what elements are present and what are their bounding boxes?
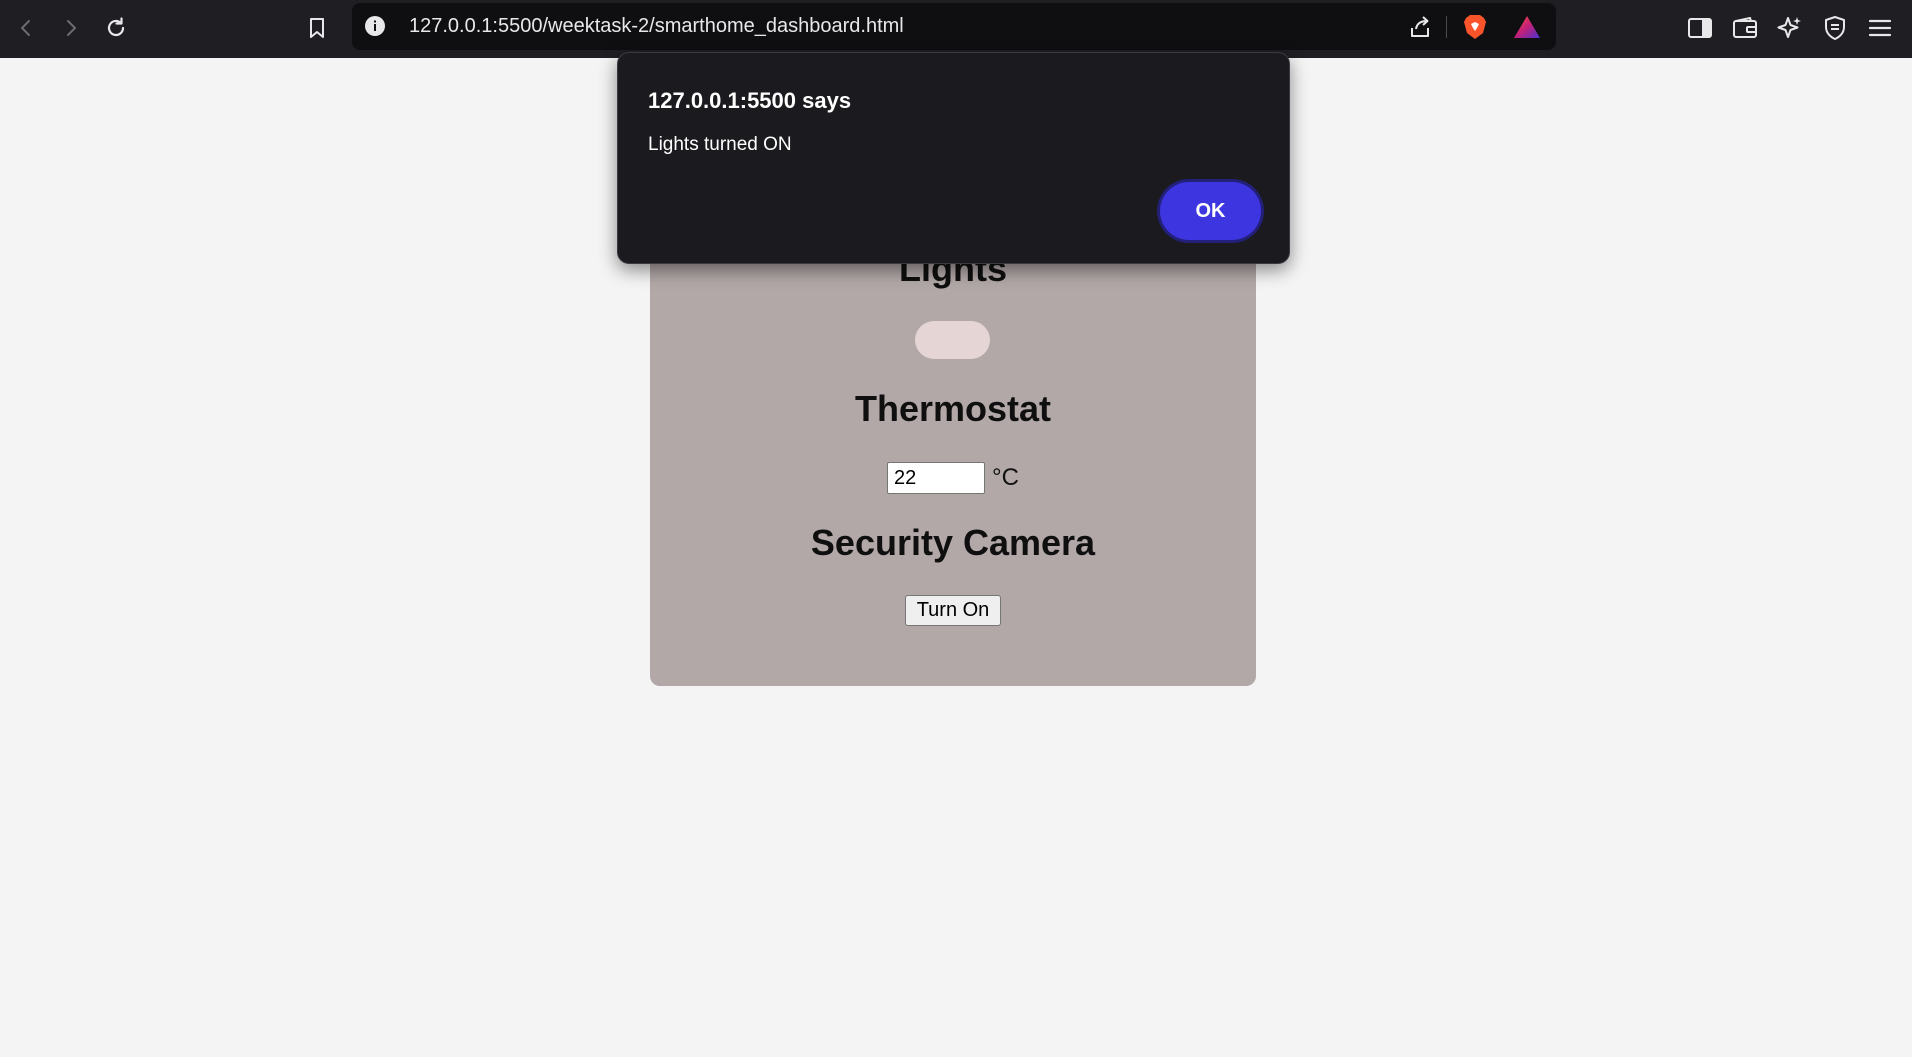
vpn-button[interactable] [1817, 10, 1853, 46]
alert-title: 127.0.0.1:5500 says [648, 88, 852, 113]
alert-message: Lights turned ON [648, 134, 792, 155]
thermostat-control: °C [650, 462, 1256, 494]
alert-dialog: 127.0.0.1:5500 says Lights turned ON OK [617, 52, 1290, 264]
bookmark-icon [310, 18, 324, 38]
reload-icon [107, 17, 125, 37]
wallet-icon [1733, 17, 1757, 38]
back-button[interactable] [8, 10, 44, 46]
chevron-right-icon [67, 20, 76, 36]
browser-toolbar: 127.0.0.1:5500/weektask-2/smarthome_dash… [0, 0, 1912, 58]
brave-lion-icon [1464, 15, 1486, 39]
alert-ok-button[interactable]: OK [1160, 182, 1261, 240]
menu-button[interactable] [1862, 10, 1898, 46]
share-button[interactable] [1405, 12, 1435, 42]
sidebar-toggle-button[interactable] [1682, 10, 1718, 46]
thermostat-unit: °C [992, 464, 1019, 491]
lights-toggle[interactable] [915, 321, 990, 359]
hamburger-menu-icon [1868, 19, 1892, 37]
reload-button[interactable] [98, 10, 134, 46]
shield-icon [1825, 16, 1845, 40]
rewards-triangle-icon [1514, 16, 1540, 38]
sidebar-icon [1688, 18, 1712, 38]
camera-turn-on-button[interactable]: Turn On [905, 595, 1001, 626]
address-bar[interactable]: 127.0.0.1:5500/weektask-2/smarthome_dash… [352, 3, 1556, 50]
address-bar-divider [1446, 16, 1447, 38]
wallet-button[interactable] [1727, 10, 1763, 46]
bookmark-button[interactable] [299, 10, 335, 46]
security-camera-heading: Security Camera [810, 522, 1096, 563]
url-text[interactable]: 127.0.0.1:5500/weektask-2/smarthome_dash… [409, 15, 904, 38]
brave-shields-button[interactable] [1460, 12, 1490, 42]
brave-rewards-button[interactable] [1512, 12, 1542, 42]
leo-ai-button[interactable] [1772, 10, 1808, 46]
sparkle-icon [1777, 17, 1801, 38]
forward-button[interactable] [53, 10, 89, 46]
thermostat-input[interactable] [887, 462, 986, 494]
share-icon [1411, 16, 1429, 37]
thermostat-heading: Thermostat [854, 388, 1052, 429]
site-info-icon[interactable] [362, 13, 388, 39]
chevron-left-icon [21, 20, 30, 36]
